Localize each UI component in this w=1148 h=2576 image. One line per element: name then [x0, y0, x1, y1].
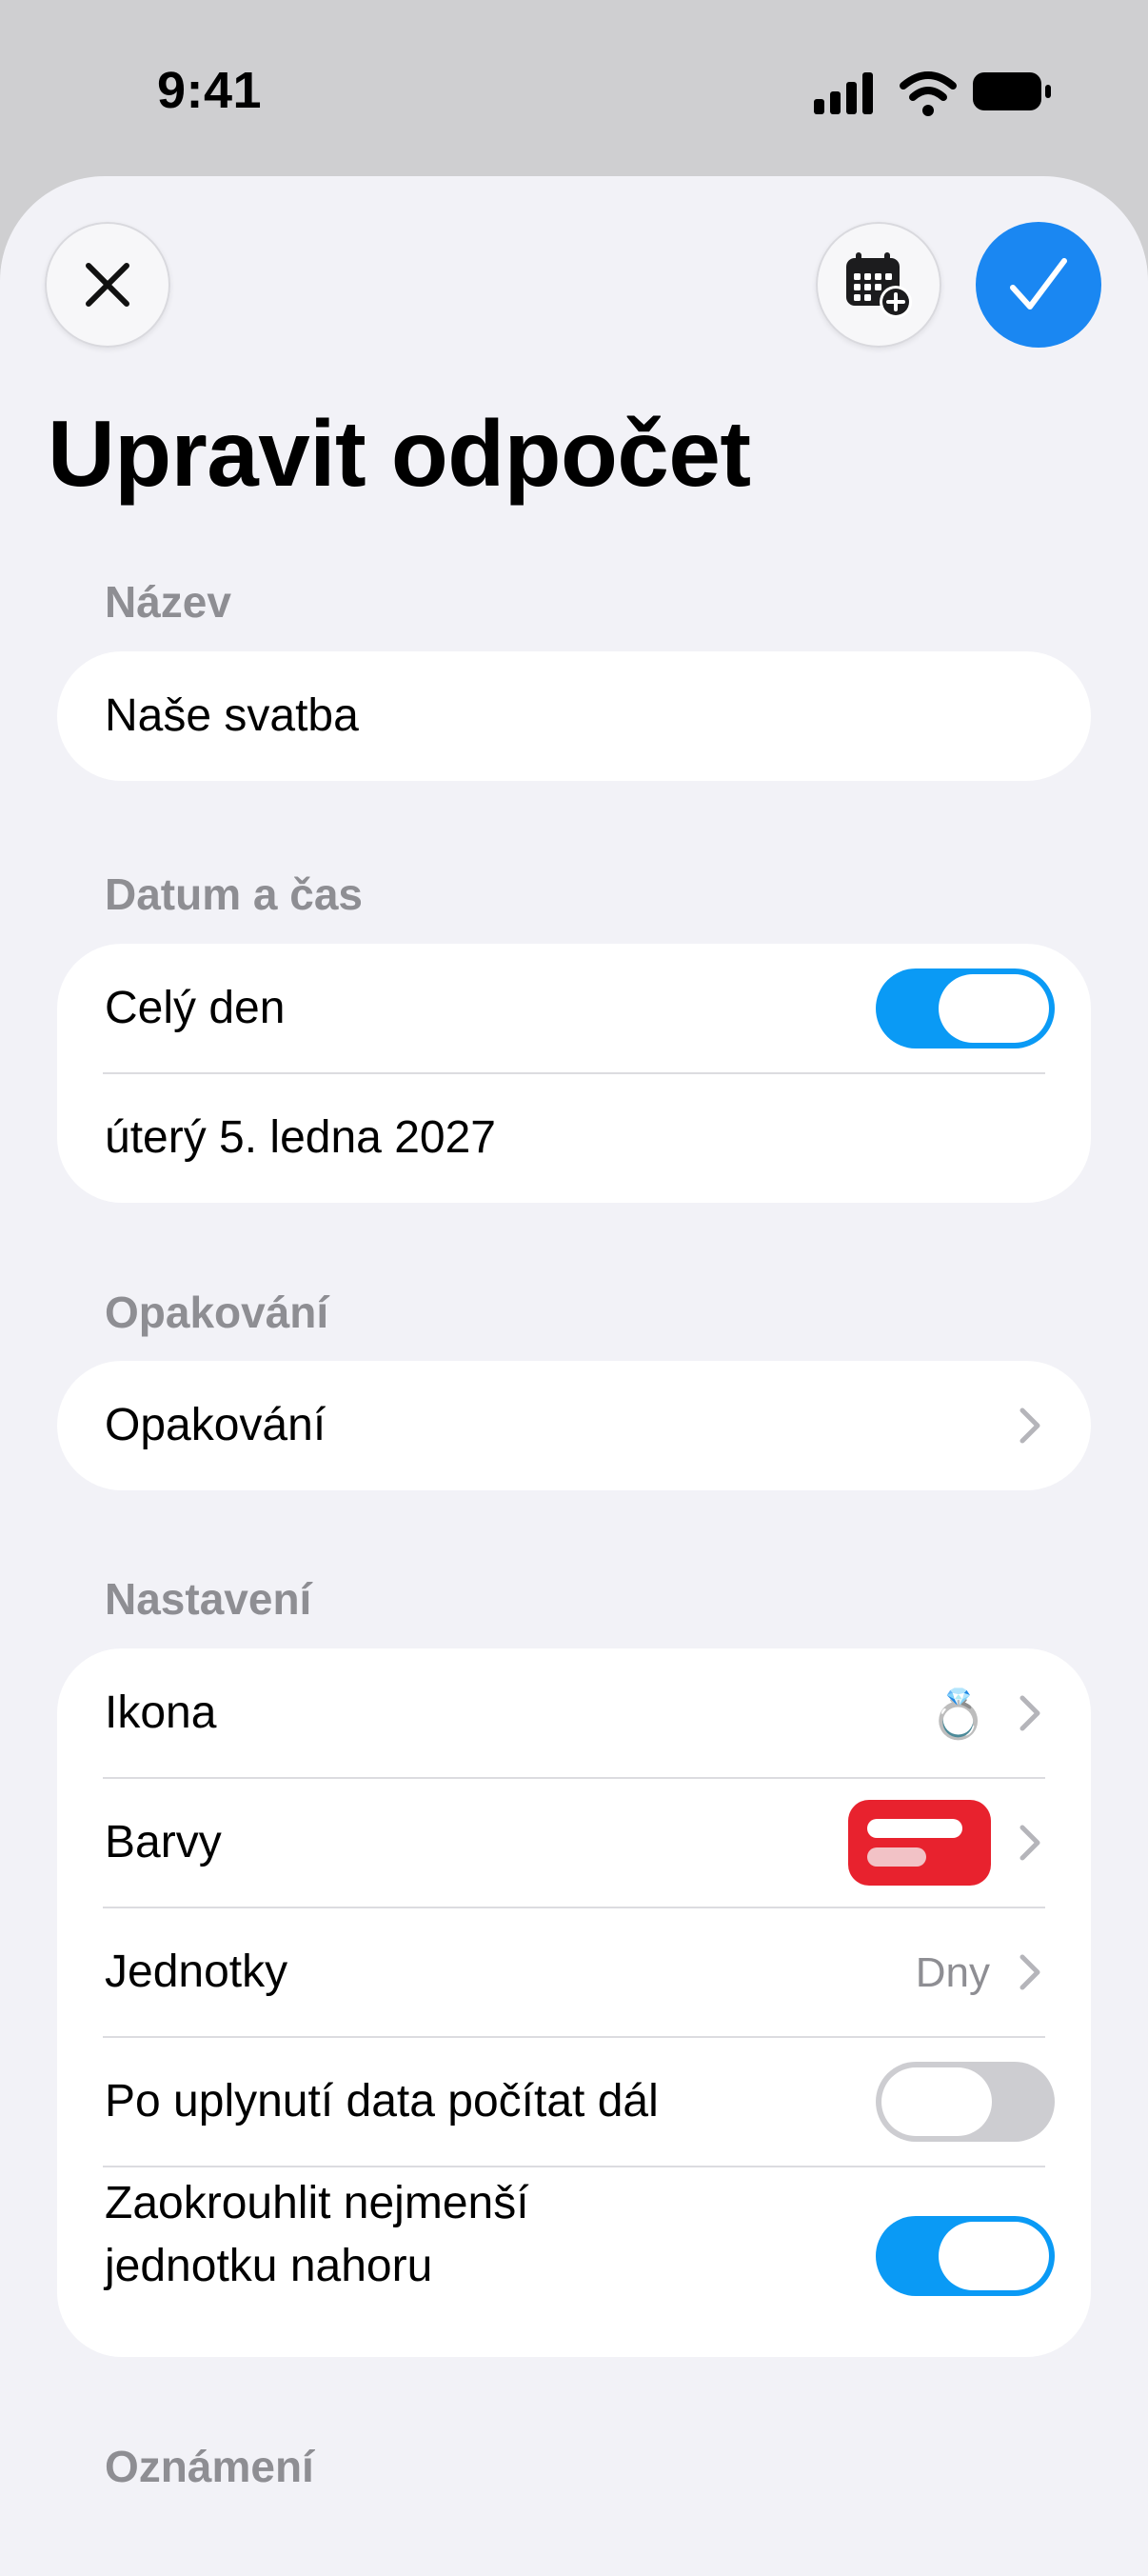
status-bar: 9:41 — [0, 0, 1148, 181]
section-label-datetime: Datum a čas — [105, 869, 364, 919]
settings-card: Ikona 💍 Barvy Jednotky Dny Po uplynutí d… — [57, 1648, 1091, 2357]
icon-row[interactable]: Ikona 💍 — [57, 1648, 1091, 1778]
icon-label: Ikona — [105, 1687, 217, 1738]
edit-countdown-sheet: Upravit odpočet Název Naše svatba Datum … — [0, 176, 1148, 2576]
done-button[interactable] — [976, 222, 1101, 348]
units-row[interactable]: Jednotky Dny — [57, 1907, 1091, 2037]
close-button[interactable] — [45, 222, 170, 348]
all-day-toggle[interactable] — [876, 968, 1055, 1048]
calendar-add-icon — [846, 252, 912, 318]
page-title: Upravit odpočet — [48, 401, 751, 506]
colors-row[interactable]: Barvy — [57, 1778, 1091, 1907]
date-row[interactable]: úterý 5. ledna 2027 — [57, 1073, 1091, 1203]
signal-icon — [814, 72, 873, 114]
wifi-icon — [900, 71, 957, 116]
count-after-label: Po uplynutí data počítat dál — [105, 2076, 659, 2127]
round-up-toggle[interactable] — [876, 2216, 1055, 2296]
checkmark-icon — [1010, 258, 1067, 310]
color-swatch — [848, 1800, 991, 1886]
count-after-toggle[interactable] — [876, 2062, 1055, 2142]
round-up-row: Zaokrouhlit nejmenší jednotku nahoru — [57, 2167, 1091, 2357]
name-value: Naše svatba — [105, 690, 359, 741]
chevron-right-icon — [1019, 1825, 1040, 1861]
section-label-name: Název — [105, 577, 231, 627]
close-icon — [86, 263, 129, 307]
section-label-repeat: Opakování — [105, 1288, 329, 1337]
round-up-label: Zaokrouhlit nejmenší jednotku nahoru — [105, 2178, 529, 2291]
all-day-row: Celý den — [57, 944, 1091, 1073]
section-label-notifications: Oznámení — [105, 2442, 314, 2491]
chevron-right-icon — [1019, 1695, 1040, 1731]
add-to-calendar-button[interactable] — [816, 222, 941, 348]
repeat-card: Opakování — [57, 1361, 1091, 1490]
chevron-right-icon — [1019, 1408, 1040, 1444]
battery-icon — [973, 72, 1051, 110]
name-field[interactable]: Naše svatba — [57, 651, 1091, 781]
count-after-row: Po uplynutí data počítat dál — [57, 2037, 1091, 2167]
repeat-row[interactable]: Opakování — [57, 1361, 1091, 1490]
status-time: 9:41 — [157, 62, 263, 119]
colors-label: Barvy — [105, 1817, 222, 1867]
units-label: Jednotky — [105, 1947, 288, 1997]
all-day-label: Celý den — [105, 983, 286, 1033]
ring-icon: 💍 — [928, 1687, 988, 1741]
status-icons — [809, 67, 1057, 129]
units-value: Dny — [915, 1949, 990, 1996]
name-card: Naše svatba — [57, 651, 1091, 781]
section-label-settings: Nastavení — [105, 1574, 312, 1624]
date-value: úterý 5. ledna 2027 — [105, 1112, 496, 1163]
datetime-card: Celý den úterý 5. ledna 2027 — [57, 944, 1091, 1203]
chevron-right-icon — [1019, 1954, 1040, 1990]
repeat-label: Opakování — [105, 1400, 327, 1450]
